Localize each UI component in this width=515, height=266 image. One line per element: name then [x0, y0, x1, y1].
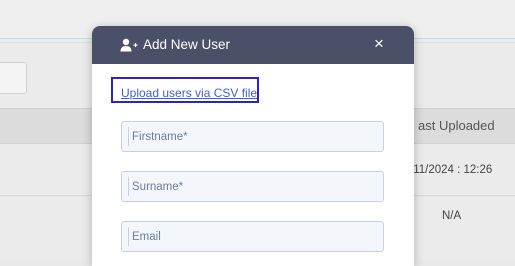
field-accent-bar — [128, 227, 129, 246]
background-cell-date: /11/2024 : 12:26 — [410, 164, 493, 176]
field-accent-bar — [128, 127, 129, 146]
background-input — [0, 62, 27, 94]
surname-input[interactable] — [132, 172, 377, 201]
email-field[interactable] — [121, 221, 384, 252]
field-accent-bar — [128, 177, 129, 196]
add-user-modal: Add New User × Upload users via CSV file — [92, 26, 414, 266]
modal-title: Add New User — [143, 37, 231, 52]
surname-field[interactable] — [121, 171, 384, 202]
upload-csv-link[interactable]: Upload users via CSV file — [121, 86, 257, 100]
modal-header: Add New User × — [92, 26, 414, 64]
firstname-input[interactable] — [132, 122, 377, 151]
email-input[interactable] — [132, 222, 377, 251]
background-column-last-uploaded: ast Uploaded — [418, 118, 495, 133]
user-plus-icon — [120, 38, 138, 52]
firstname-field[interactable] — [121, 121, 384, 152]
close-icon[interactable]: × — [372, 35, 386, 52]
background-cell-na: N/A — [442, 210, 462, 222]
